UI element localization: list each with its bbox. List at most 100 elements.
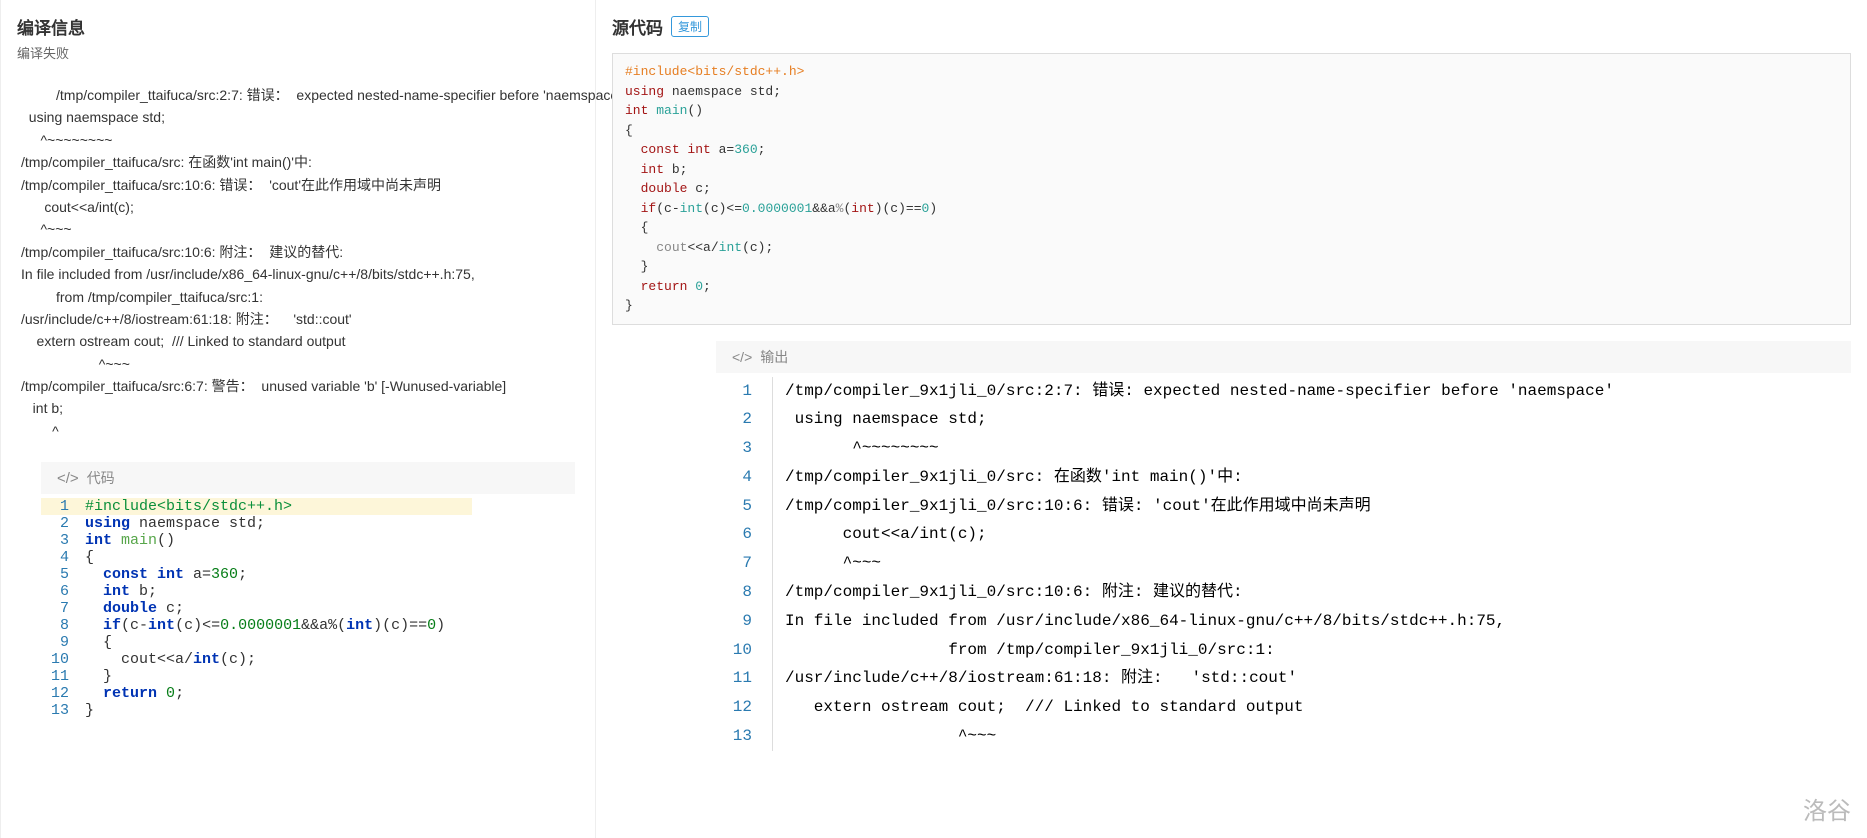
source-line: return 0; [625,277,1838,297]
output-line: 4/tmp/compiler_9x1jli_0/src: 在函数'int mai… [716,463,1867,492]
line-number: 3 [716,434,772,463]
output-line: 5/tmp/compiler_9x1jli_0/src:10:6: 错误: 'c… [716,492,1867,521]
output-content: ^~~~~~~~~ [772,434,939,463]
line-number: 7 [41,600,85,617]
output-line: 12 extern ostream cout; /// Linked to st… [716,693,1867,722]
line-number: 8 [41,617,85,634]
code-content: if(c-int(c)<=0.0000001&&a%(int)(c)==0) [85,617,445,634]
line-number: 6 [41,583,85,600]
source-line: } [625,296,1838,316]
code-line: 8 if(c-int(c)<=0.0000001&&a%(int)(c)==0) [41,617,595,634]
source-line: cout<<a/int(c); [625,238,1838,258]
line-number: 13 [716,722,772,751]
output-line: 6 cout<<a/int(c); [716,520,1867,549]
output-content: extern ostream cout; /// Linked to stand… [772,693,1303,722]
output-line: 10 from /tmp/compiler_9x1jli_0/src:1: [716,636,1867,665]
code-icon: </> [57,470,79,487]
line-number: 4 [716,463,772,492]
output-section-bar: </> 输出 [716,341,1851,373]
code-line: 13} [41,702,595,719]
compile-status: 编译失败 [1,43,595,72]
output-content: ^~~~ [772,549,881,578]
code-line: 2using naemspace std; [41,515,595,532]
source-line: double c; [625,179,1838,199]
line-number: 8 [716,578,772,607]
line-number: 2 [716,405,772,434]
code-block[interactable]: 1#include<bits/stdc++.h>2using naemspace… [41,494,595,739]
line-number: 9 [716,607,772,636]
code-content: cout<<a/int(c); [85,651,256,668]
output-line: 7 ^~~~ [716,549,1867,578]
code-line: 7 double c; [41,600,595,617]
code-content: using naemspace std; [85,515,265,532]
code-content: int main() [85,532,175,549]
source-line: int b; [625,160,1838,180]
output-content: /tmp/compiler_9x1jli_0/src:10:6: 附注: 建议的… [772,578,1243,607]
output-content: ^~~~ [772,722,996,751]
compile-info-heading: 编译信息 [1,0,595,43]
output-content: cout<<a/int(c); [772,520,987,549]
output-line: 9In file included from /usr/include/x86_… [716,607,1867,636]
source-line: using naemspace std; [625,82,1838,102]
code-section-bar: </> 代码 [41,462,575,494]
line-number: 12 [716,693,772,722]
code-content: { [85,634,112,651]
source-code-box[interactable]: #include<bits/stdc++.h>using naemspace s… [612,53,1851,325]
code-content: return 0; [85,685,184,702]
line-number: 6 [716,520,772,549]
output-content: from /tmp/compiler_9x1jli_0/src:1: [772,636,1275,665]
line-number: 2 [41,515,85,532]
code-line: 1#include<bits/stdc++.h> [41,498,595,515]
code-content: } [85,702,94,719]
code-line: 9 { [41,634,595,651]
code-line: 5 const int a=360; [41,566,595,583]
output-line: 3 ^~~~~~~~~ [716,434,1867,463]
code-line: 12 return 0; [41,685,595,702]
output-section-label: 输出 [760,347,788,367]
line-number: 12 [41,685,85,702]
code-content: const int a=360; [85,566,247,583]
code-line: 11 } [41,668,595,685]
right-pane: 源代码 复制 #include<bits/stdc++.h>using naem… [596,0,1867,838]
source-line: const int a=360; [625,140,1838,160]
output-content: /tmp/compiler_9x1jli_0/src:2:7: 错误: expe… [772,377,1614,406]
source-header: 源代码 复制 [596,0,1867,49]
output-line: 8/tmp/compiler_9x1jli_0/src:10:6: 附注: 建议… [716,578,1867,607]
source-line: { [625,218,1838,238]
output-content: /tmp/compiler_9x1jli_0/src: 在函数'int main… [772,463,1243,492]
code-content: double c; [85,600,184,617]
output-content: /usr/include/c++/8/iostream:61:18: 附注: '… [772,664,1297,693]
code-content: int b; [85,583,157,600]
code-line: 6 int b; [41,583,595,600]
output-block[interactable]: 1/tmp/compiler_9x1jli_0/src:2:7: 错误: exp… [716,373,1867,755]
line-number: 10 [716,636,772,665]
code-line: 10 cout<<a/int(c); [41,651,595,668]
source-line: { [625,121,1838,141]
output-content: /tmp/compiler_9x1jli_0/src:10:6: 错误: 'co… [772,492,1371,521]
line-number: 1 [41,498,85,515]
output-line: 1/tmp/compiler_9x1jli_0/src:2:7: 错误: exp… [716,377,1867,406]
left-pane: 编译信息 编译失败 /tmp/compiler_ttaifuca/src:2:7… [0,0,596,838]
source-line: } [625,257,1838,277]
output-content: using naemspace std; [772,405,987,434]
line-number: 10 [41,651,85,668]
source-line: int main() [625,101,1838,121]
output-line: 11/usr/include/c++/8/iostream:61:18: 附注:… [716,664,1867,693]
source-line: #include<bits/stdc++.h> [625,62,1838,82]
line-number: 5 [716,492,772,521]
output-line: 2 using naemspace std; [716,405,1867,434]
line-number: 9 [41,634,85,651]
output-content: In file included from /usr/include/x86_6… [772,607,1505,636]
source-heading: 源代码 [612,14,663,39]
line-number: 3 [41,532,85,549]
code-content: #include<bits/stdc++.h> [85,498,472,515]
source-line: if(c-int(c)<=0.0000001&&a%(int)(c)==0) [625,199,1838,219]
output-line: 13 ^~~~ [716,722,1867,751]
line-number: 5 [41,566,85,583]
code-line: 4{ [41,549,595,566]
code-content: } [85,668,112,685]
code-content: { [85,549,94,566]
copy-button[interactable]: 复制 [671,16,709,37]
line-number: 4 [41,549,85,566]
line-number: 11 [716,664,772,693]
